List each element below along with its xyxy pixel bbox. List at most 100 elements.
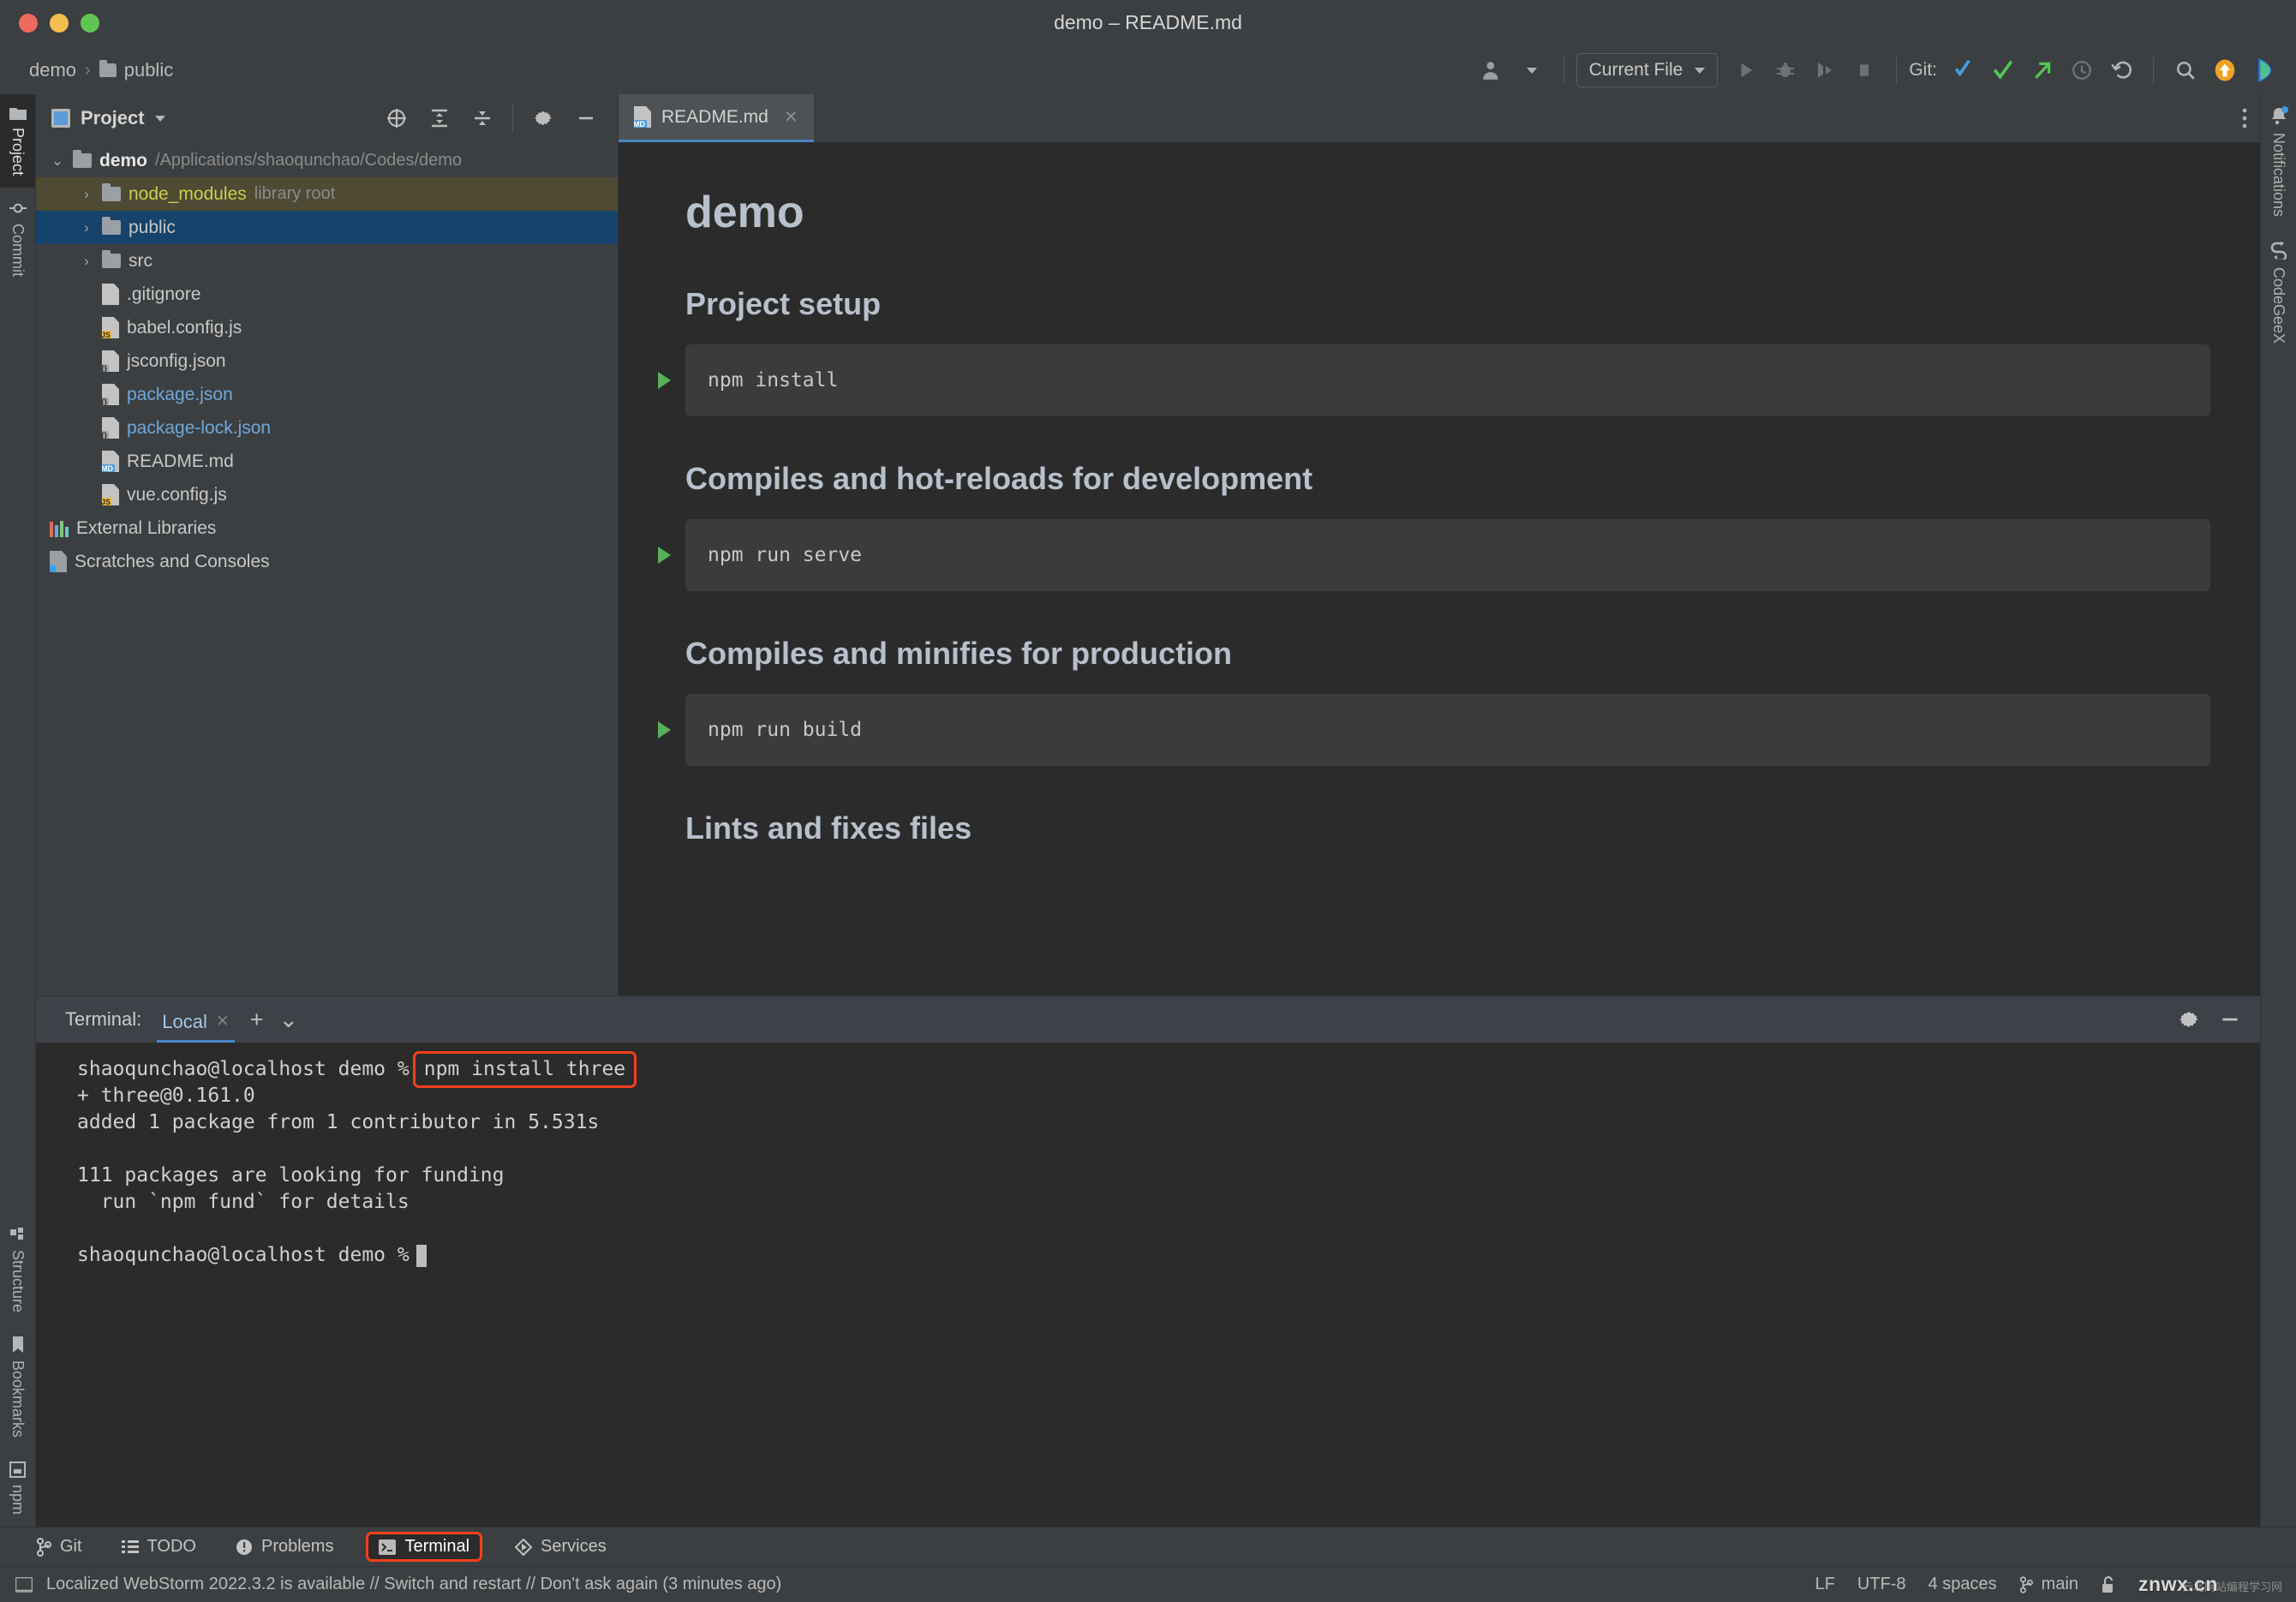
tree-row-readme[interactable]: MD README.md — [36, 445, 618, 478]
chevron-down-icon[interactable]: ⌄ — [50, 152, 65, 170]
settings-gear-icon[interactable] — [2178, 1008, 2200, 1031]
terminal-tab-label: Local — [162, 1010, 207, 1032]
encoding-indicator[interactable]: UTF-8 — [1857, 1575, 1906, 1594]
json-file-icon: {} — [102, 384, 119, 405]
tool-window-services[interactable]: Services — [508, 1533, 613, 1560]
run-icon[interactable] — [1729, 53, 1763, 87]
tree-row-demo[interactable]: ⌄ demo /Applications/shaoqunchao/Codes/d… — [36, 144, 618, 177]
tree-row-babel-config[interactable]: JS babel.config.js — [36, 311, 618, 344]
git-branch-widget[interactable]: main — [2019, 1575, 2078, 1594]
sidebar-item-codegeex[interactable]: CodeGeeX — [2261, 229, 2296, 356]
add-terminal-tab-button[interactable]: + — [250, 1007, 264, 1033]
history-icon[interactable] — [2065, 53, 2099, 87]
stop-icon[interactable] — [1847, 53, 1881, 87]
unlocked-icon[interactable] — [2101, 1575, 2116, 1594]
run-code-icon[interactable] — [658, 547, 671, 564]
chevron-right-icon[interactable]: › — [79, 186, 94, 203]
tree-row-src[interactable]: › src — [36, 244, 618, 278]
sidebar-item-npm[interactable]: npm — [0, 1450, 35, 1527]
upper-area: Project ⌄ demo /Applications/shaoqunchao… — [36, 94, 2260, 995]
zoom-window-button[interactable] — [81, 13, 99, 33]
more-options-icon[interactable] — [2241, 106, 2248, 130]
terminal-prompt-line: shaoqunchao@localhost demo % npm install… — [77, 1050, 2260, 1089]
commit-icon — [9, 200, 27, 217]
breadcrumb-item-public[interactable]: public — [99, 59, 173, 81]
updates-icon[interactable] — [2208, 53, 2242, 87]
navigation-bar: demo › public Current File Git: — [0, 46, 2296, 94]
git-label: Git: — [1909, 60, 1937, 80]
coverage-icon[interactable] — [1808, 53, 1842, 87]
terminal-tab-local[interactable]: Local ✕ — [157, 996, 235, 1043]
tree-row-package-json[interactable]: {} package.json — [36, 378, 618, 411]
sidebar-item-bookmarks[interactable]: Bookmarks — [0, 1324, 35, 1450]
sidebar-label: Bookmarks — [9, 1360, 27, 1438]
git-push-icon[interactable] — [2025, 53, 2060, 87]
status-bar-right: LF UTF-8 4 spaces main znwx.cn 云北网站编程学习网 — [1815, 1573, 2282, 1596]
traffic-lights — [0, 13, 99, 33]
tree-row-gitignore[interactable]: .gitignore — [36, 278, 618, 311]
line-separator-indicator[interactable]: LF — [1815, 1575, 1835, 1594]
user-avatar-icon[interactable] — [1475, 53, 1510, 87]
close-window-button[interactable] — [19, 13, 38, 33]
close-icon[interactable]: ✕ — [784, 106, 798, 128]
tree-row-public[interactable]: › public — [36, 211, 618, 244]
tree-item-label: jsconfig.json — [127, 350, 226, 371]
main-body: Project Commit Structure Bookmarks npm P… — [0, 94, 2296, 1527]
tree-row-package-lock-json[interactable]: {} package-lock.json — [36, 411, 618, 445]
tool-window-terminal[interactable]: Terminal — [366, 1532, 483, 1562]
chevron-right-icon[interactable]: › — [79, 219, 94, 236]
tool-window-git[interactable]: Git — [29, 1533, 89, 1560]
tree-row-vue-config[interactable]: JS vue.config.js — [36, 478, 618, 511]
chevron-down-icon[interactable]: ⌄ — [279, 1007, 299, 1033]
tool-window-todo[interactable]: TODO — [115, 1533, 203, 1560]
hide-panel-icon[interactable] — [569, 101, 603, 135]
tree-row-external-libraries[interactable]: External Libraries — [36, 511, 618, 545]
run-code-icon[interactable] — [658, 372, 671, 389]
collapse-all-icon[interactable] — [465, 101, 499, 135]
run-code-icon[interactable] — [658, 721, 671, 738]
settings-gear-icon[interactable] — [526, 101, 560, 135]
tree-item-label: Scratches and Consoles — [75, 551, 270, 571]
chevron-down-icon[interactable] — [154, 115, 165, 122]
tree-row-node-modules[interactable]: › node_modules library root — [36, 177, 618, 211]
sidebar-item-project[interactable]: Project — [0, 94, 35, 188]
status-window-icon[interactable] — [15, 1576, 33, 1593]
project-tool-window: Project ⌄ demo /Applications/shaoqunchao… — [36, 94, 619, 995]
hide-panel-icon[interactable] — [2219, 1008, 2241, 1031]
rollback-icon[interactable] — [2104, 53, 2138, 87]
codegeex-icon[interactable] — [2247, 53, 2281, 87]
tool-window-problems[interactable]: Problems — [229, 1533, 340, 1560]
run-configuration-selector[interactable]: Current File — [1576, 53, 1719, 87]
terminal-output[interactable]: shaoqunchao@localhost demo % npm install… — [36, 1043, 2260, 1527]
sidebar-label: CodeGeeX — [2270, 267, 2287, 344]
indent-indicator[interactable]: 4 spaces — [1928, 1575, 1997, 1594]
search-everywhere-icon[interactable] — [2168, 53, 2203, 87]
tab-readme-md[interactable]: MD README.md ✕ — [619, 94, 814, 142]
services-icon — [515, 1538, 533, 1556]
status-message[interactable]: Localized WebStorm 2022.3.2 is available… — [46, 1575, 781, 1594]
minimize-window-button[interactable] — [50, 13, 69, 33]
sidebar-item-structure[interactable]: Structure — [0, 1216, 35, 1324]
sidebar-label: Commit — [9, 224, 27, 278]
sidebar-item-notifications[interactable]: Notifications — [2261, 94, 2296, 229]
locate-icon[interactable] — [380, 101, 414, 135]
git-commit-icon[interactable] — [1986, 53, 2020, 87]
tree-item-label: README.md — [127, 451, 234, 471]
toolbar-divider — [2153, 57, 2154, 84]
tree-row-scratches-and-consoles[interactable]: Scratches and Consoles — [36, 545, 618, 578]
breadcrumb-item-project[interactable]: demo — [29, 59, 76, 81]
chevron-down-icon[interactable] — [1515, 53, 1549, 87]
debug-icon[interactable] — [1768, 53, 1803, 87]
sidebar-item-commit[interactable]: Commit — [0, 188, 35, 289]
tree-item-label: public — [129, 217, 176, 237]
chevron-right-icon[interactable]: › — [79, 253, 94, 270]
tree-row-jsconfig[interactable]: {} jsconfig.json — [36, 344, 618, 378]
close-icon[interactable]: ✕ — [216, 1012, 230, 1031]
git-update-icon[interactable] — [1946, 53, 1981, 87]
breadcrumb: demo › public — [29, 59, 173, 81]
tool-window-bar: Git TODO Problems Terminal Services — [0, 1527, 2296, 1566]
code-block-wrapper: npm run build — [658, 694, 2210, 766]
expand-all-icon[interactable] — [422, 101, 457, 135]
terminal-header: Terminal: Local ✕ + ⌄ — [36, 996, 2260, 1043]
